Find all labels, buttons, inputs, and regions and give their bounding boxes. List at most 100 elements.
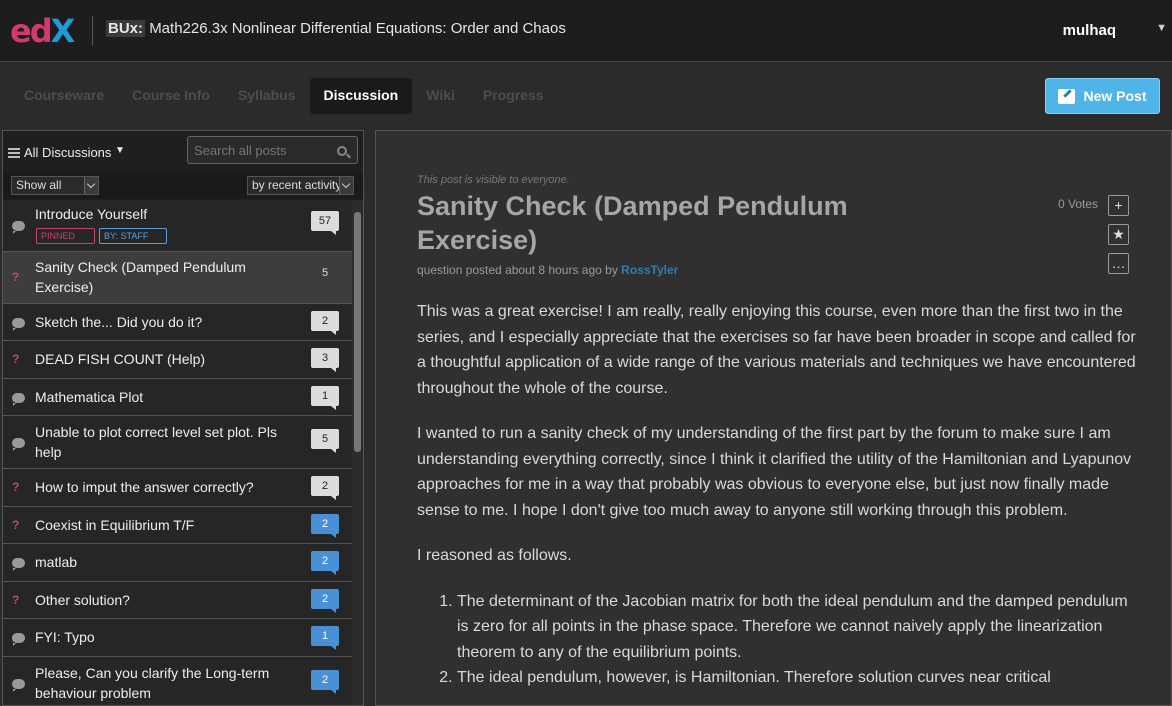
list-item[interactable]: ? Other solution? 2: [3, 582, 352, 619]
tab-syllabus[interactable]: Syllabus: [224, 78, 310, 114]
chat-icon: [12, 393, 25, 406]
thread-title: matlab: [35, 554, 78, 570]
chat-icon: [12, 221, 25, 234]
question-icon: ?: [12, 518, 20, 532]
post-meta-text: question posted about 8 hours ago by: [417, 263, 618, 277]
author-link[interactable]: RossTyler: [621, 263, 678, 277]
tab-wiki[interactable]: Wiki: [412, 78, 469, 114]
comment-count-badge: 5: [311, 429, 339, 453]
list-item[interactable]: ? How to imput the answer correctly? 2: [3, 469, 352, 507]
post-body: This was a great exercise! I am really, …: [417, 299, 1137, 691]
search-input[interactable]: [187, 136, 358, 164]
course-title: BUx: Math226.3x Nonlinear Differential E…: [106, 20, 566, 37]
thread-title: How to imput the answer correctly?: [35, 479, 254, 495]
chevron-down-icon[interactable]: ▼: [1156, 22, 1167, 34]
tab-courseware[interactable]: Courseware: [10, 78, 118, 114]
comment-count-badge: 57: [311, 211, 339, 235]
thread-title: FYI: Typo: [35, 629, 95, 645]
chevron-down-icon[interactable]: ▼: [115, 145, 125, 156]
sort-value: by recent activity: [252, 178, 342, 192]
new-post-button[interactable]: New Post: [1045, 78, 1160, 114]
tab-course-info[interactable]: Course Info: [118, 78, 224, 114]
question-icon: ?: [12, 352, 20, 366]
list-item[interactable]: matlab 2: [3, 544, 352, 582]
tab-discussion[interactable]: Discussion: [309, 78, 413, 114]
thread-title: Introduce Yourself: [35, 206, 148, 222]
list-item[interactable]: Mathematica Plot 1: [3, 379, 352, 416]
scrollbar-thumb[interactable]: [354, 212, 361, 452]
comment-count-badge: 1: [311, 386, 339, 410]
comment-count-badge: 2: [311, 311, 339, 335]
chat-icon: [12, 679, 25, 692]
sidebar-header: All Discussions ▼: [3, 131, 363, 173]
pinned-tag: PINNED: [36, 228, 95, 244]
thread-title: Mathematica Plot: [35, 389, 144, 405]
follow-star-icon[interactable]: ★: [1108, 224, 1129, 245]
sidebar-filters: Show all by recent activity: [3, 173, 363, 199]
post-list-item: The ideal pendulum, however, is Hamilton…: [457, 665, 1137, 691]
post-meta: question posted about 8 hours ago by Ros…: [417, 263, 678, 277]
list-item[interactable]: Sketch the... Did you do it? 2: [3, 304, 352, 341]
new-post-label: New Post: [1083, 88, 1147, 104]
thread-title: Sketch the... Did you do it?: [35, 314, 203, 330]
thread-title: Coexist in Equilibrium T/F: [35, 517, 195, 533]
chat-icon: [12, 558, 25, 571]
vote-plus-button[interactable]: +: [1108, 195, 1129, 216]
list-item[interactable]: ? Sanity Check (Damped Pendulum Exercise…: [3, 252, 352, 304]
question-icon: ?: [12, 270, 20, 284]
thread-title: Unable to plot correct level set plot. P…: [35, 424, 278, 460]
post-paragraph: I reasoned as follows.: [417, 547, 572, 564]
username-menu[interactable]: mulhaq: [1063, 22, 1116, 39]
thread-list-scrollbar[interactable]: [352, 200, 363, 705]
discussion-sidebar: All Discussions ▼ Show all by recent act…: [2, 130, 364, 706]
search-icon[interactable]: [337, 146, 347, 156]
thread-title: Please, Can you clarify the Long-term be…: [35, 665, 270, 701]
vote-count: 0 Votes: [1058, 197, 1099, 211]
list-item[interactable]: FYI: Typo 1: [3, 619, 352, 657]
question-icon: ?: [12, 593, 20, 607]
list-item[interactable]: Please, Can you clarify the Long-term be…: [3, 657, 352, 705]
comment-count-badge: 3: [311, 348, 339, 372]
comment-count-badge: 2: [311, 551, 339, 575]
post-paragraph: I wanted to run a sanity check of my und…: [417, 425, 1132, 519]
comment-count-badge: 2: [311, 670, 339, 694]
thread-title: Other solution?: [35, 592, 130, 608]
comment-count-badge: 2: [311, 589, 339, 613]
course-name: Math226.3x Nonlinear Differential Equati…: [149, 20, 566, 37]
question-icon: ?: [12, 480, 20, 494]
visibility-note: This post is visible to everyone.: [417, 174, 570, 186]
chat-icon: [12, 438, 25, 451]
list-item[interactable]: ? DEAD FISH COUNT (Help) 3: [3, 341, 352, 379]
staff-tag: BY: STAFF: [99, 228, 167, 244]
comment-count-badge: 1: [311, 626, 339, 650]
list-item[interactable]: ? Coexist in Equilibrium T/F 2: [3, 507, 352, 544]
discussion-scope-dropdown[interactable]: All Discussions: [24, 145, 111, 160]
post-list: The determinant of the Jacobian matrix f…: [457, 589, 1137, 691]
list-item[interactable]: Introduce Yourself PINNED BY: STAFF 57: [3, 200, 352, 252]
post-panel: This post is visible to everyone. Sanity…: [375, 130, 1172, 706]
thread-title: DEAD FISH COUNT (Help): [35, 351, 206, 367]
post-paragraph: This was a great exercise! I am really, …: [417, 303, 1136, 397]
sort-select[interactable]: by recent activity: [247, 176, 354, 195]
comment-count-badge: 2: [311, 476, 339, 500]
edx-logo[interactable]: edX: [10, 14, 78, 48]
course-tabs: Courseware Course Info Syllabus Discussi…: [10, 78, 558, 114]
header-divider: [92, 16, 93, 46]
edit-icon: [1058, 88, 1076, 104]
chat-icon: [12, 318, 25, 331]
menu-icon[interactable]: [8, 148, 20, 158]
show-filter-value: Show all: [16, 178, 62, 192]
thread-title: Sanity Check (Damped Pendulum Exercise): [35, 259, 246, 295]
tab-progress[interactable]: Progress: [469, 78, 558, 114]
chevron-down-icon: [339, 177, 353, 194]
post-list-item: The determinant of the Jacobian matrix f…: [457, 589, 1137, 666]
post-title: Sanity Check (Damped Pendulum Exercise): [417, 191, 848, 255]
show-filter-select[interactable]: Show all: [11, 176, 99, 195]
thread-list: Introduce Yourself PINNED BY: STAFF 57 ?…: [3, 200, 352, 705]
course-org: BUx:: [106, 20, 146, 37]
more-actions-button[interactable]: …: [1108, 253, 1129, 274]
comment-count-badge: 2: [311, 514, 339, 538]
chevron-down-icon: [84, 177, 98, 194]
list-item[interactable]: Unable to plot correct level set plot. P…: [3, 416, 352, 469]
chat-icon: [12, 633, 25, 646]
